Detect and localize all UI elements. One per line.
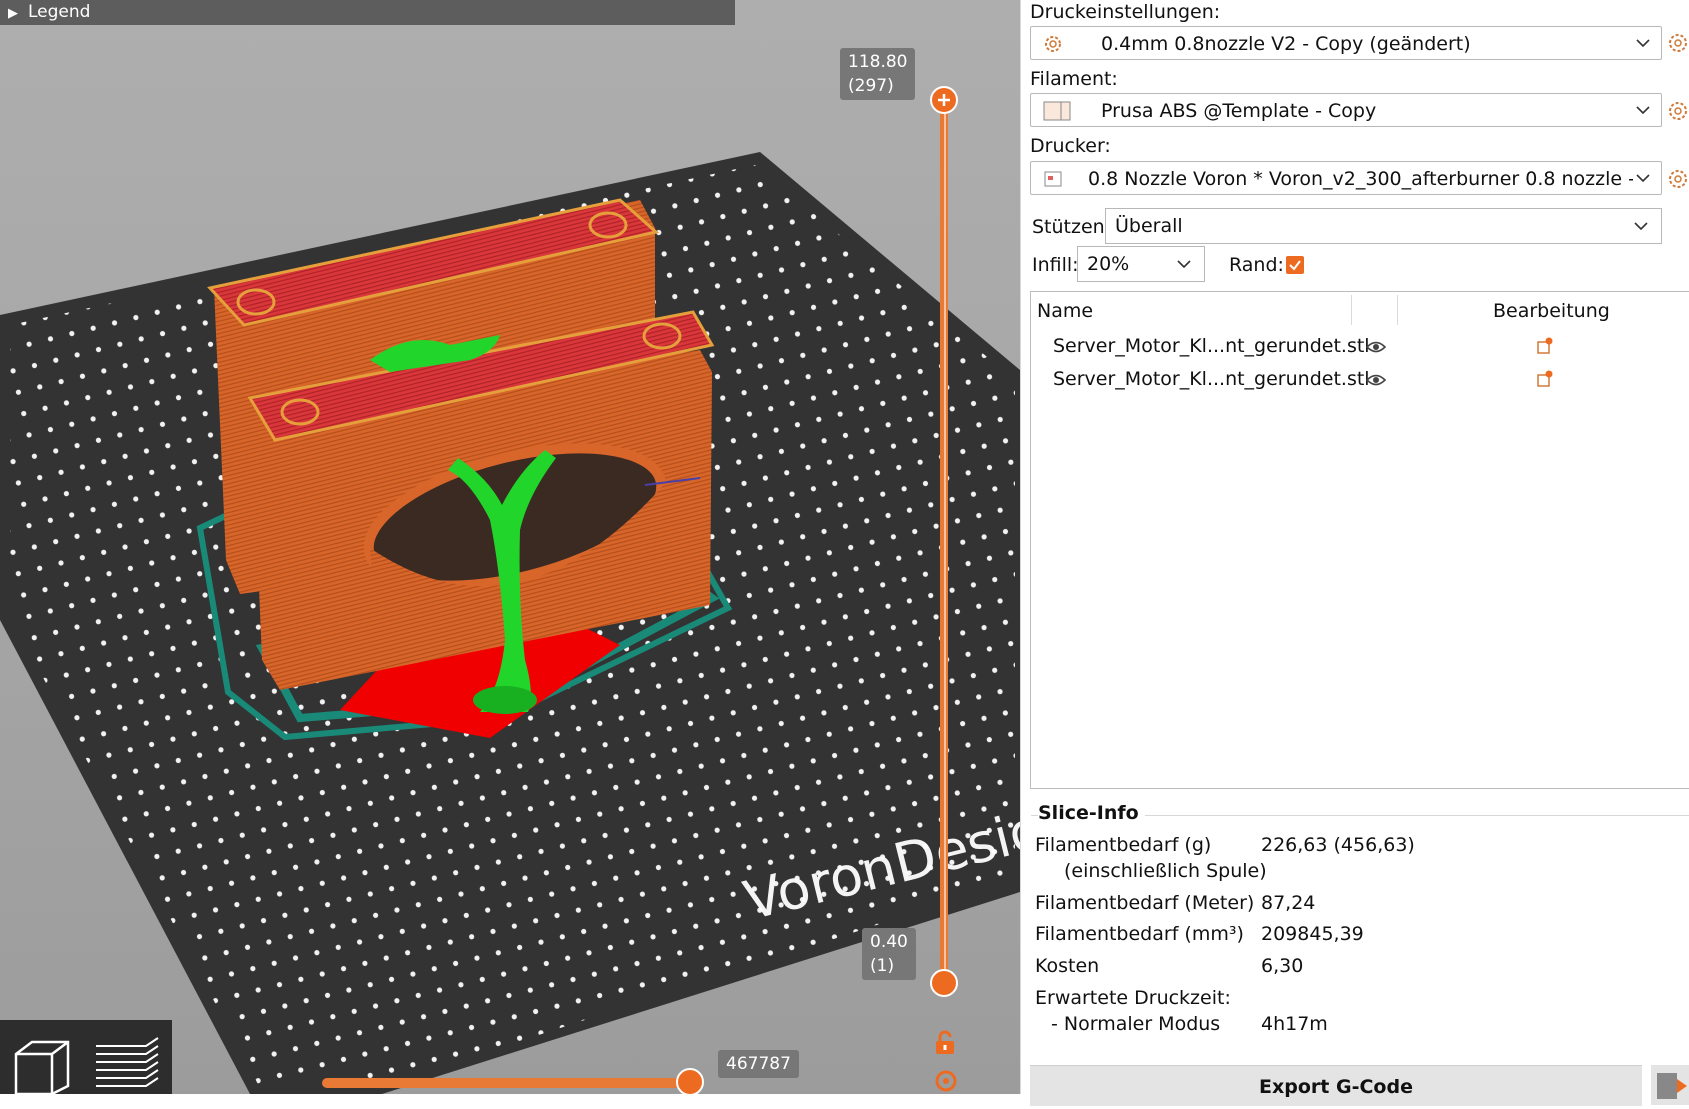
column-divider bbox=[1397, 295, 1398, 325]
edit-settings-icon[interactable] bbox=[1536, 337, 1554, 355]
supports-combo[interactable]: Überall bbox=[1105, 208, 1662, 244]
move-slider-track[interactable] bbox=[322, 1078, 692, 1088]
slice-info-label: (einschließlich Spule) bbox=[1064, 860, 1267, 882]
export-gcode-button[interactable]: Export G-Code bbox=[1030, 1065, 1642, 1106]
cog-icon bbox=[1045, 36, 1061, 52]
slice-info-panel: Slice-Info Filamentbedarf (g) 226,63 (45… bbox=[1021, 795, 1689, 1063]
legend-label: Legend bbox=[28, 2, 91, 22]
move-count-tooltip: 467787 bbox=[718, 1050, 799, 1078]
slice-info-value: 87,24 bbox=[1261, 892, 1316, 914]
checkmark-icon bbox=[1289, 260, 1301, 271]
object-name: Server_Motor_Kl...nt_gerundet.stl bbox=[1053, 335, 1370, 357]
list-item[interactable]: Server_Motor_Kl...nt_gerundet.stl bbox=[1031, 364, 1689, 398]
slice-info-label: - Normaler Modus bbox=[1051, 1013, 1221, 1035]
slice-info-label: Filamentbedarf (Meter) bbox=[1035, 892, 1255, 914]
eye-icon[interactable] bbox=[1366, 340, 1386, 354]
slice-info-label: Kosten bbox=[1035, 955, 1100, 977]
infill-combo[interactable]: 20% bbox=[1077, 246, 1205, 282]
brim-label: Rand: bbox=[1229, 254, 1284, 276]
slice-info-label: Filamentbedarf (g) bbox=[1035, 834, 1212, 856]
object-list[interactable]: Name Bearbeitung Server_Motor_Kl...nt_ge… bbox=[1030, 291, 1689, 789]
legend-bar[interactable]: ▶ Legend bbox=[0, 0, 735, 25]
move-slider-thumb[interactable] bbox=[676, 1068, 704, 1094]
column-divider bbox=[1351, 295, 1352, 325]
gear-icon[interactable] bbox=[933, 1068, 959, 1094]
infill-label: Infill: bbox=[1032, 254, 1079, 276]
chevron-down-icon bbox=[1636, 106, 1650, 115]
slice-info-label: Erwartete Druckzeit: bbox=[1035, 987, 1231, 1009]
column-header-name[interactable]: Name bbox=[1037, 292, 1093, 328]
chevron-down-icon bbox=[1177, 260, 1191, 269]
bottom-layer-index: (1) bbox=[870, 956, 895, 976]
eye-icon[interactable] bbox=[1366, 373, 1386, 387]
filament-value: Prusa ABS @Template - Copy bbox=[1101, 100, 1377, 122]
play-icon: ▶ bbox=[8, 6, 18, 21]
layer-slider-bottom-thumb[interactable] bbox=[930, 969, 958, 997]
gcode-icon bbox=[1657, 1073, 1687, 1099]
slice-info-title: Slice-Info bbox=[1038, 802, 1145, 824]
3d-preview-viewport[interactable]: VoronDesig ▶ Legend 118.80 (297) 0.40 (1… bbox=[0, 0, 1020, 1094]
printer-icon bbox=[1044, 171, 1062, 187]
printer-label: Drucker: bbox=[1030, 135, 1111, 157]
slice-info-value: 209845,39 bbox=[1261, 923, 1364, 945]
edit-print-settings-icon[interactable] bbox=[1667, 32, 1689, 54]
move-count: 467787 bbox=[726, 1054, 791, 1074]
print-settings-value: 0.4mm 0.8nozzle V2 - Copy (geändert) bbox=[1101, 33, 1471, 55]
layer-slider-fill bbox=[944, 110, 946, 970]
settings-panel: Druckeinstellungen: 0.4mm 0.8nozzle V2 -… bbox=[1020, 0, 1689, 1106]
edit-printer-icon[interactable] bbox=[1667, 168, 1689, 190]
lock-icon[interactable] bbox=[932, 1030, 958, 1056]
print-settings-combo[interactable]: 0.4mm 0.8nozzle V2 - Copy (geändert) bbox=[1030, 26, 1662, 60]
send-gcode-icon[interactable] bbox=[1651, 1065, 1689, 1105]
3d-view-icon[interactable] bbox=[8, 1024, 86, 1094]
plus-icon bbox=[938, 94, 950, 106]
layers-view-icon[interactable] bbox=[88, 1024, 166, 1094]
list-item[interactable]: Server_Motor_Kl...nt_gerundet.stl bbox=[1031, 330, 1689, 364]
supports-label: Stützen: bbox=[1032, 216, 1112, 238]
top-layer-index: (297) bbox=[848, 76, 894, 96]
slice-info-value: 4h17m bbox=[1261, 1013, 1328, 1035]
top-layer-tooltip: 118.80 (297) bbox=[840, 48, 916, 100]
filament-swatch-icon bbox=[1043, 101, 1071, 121]
slice-info-value: 6,30 bbox=[1261, 955, 1304, 977]
filament-label: Filament: bbox=[1030, 68, 1118, 90]
chevron-down-icon bbox=[1634, 222, 1648, 231]
printer-value: 0.8 Nozzle Voron * Voron_v2_300_afterbur… bbox=[1088, 168, 1633, 190]
object-name: Server_Motor_Kl...nt_gerundet.stl bbox=[1053, 368, 1370, 390]
slice-info-value: 226,63 (456,63) bbox=[1261, 834, 1415, 856]
top-layer-height: 118.80 bbox=[848, 52, 908, 72]
infill-value: 20% bbox=[1087, 253, 1130, 275]
filament-combo[interactable]: Prusa ABS @Template - Copy bbox=[1030, 93, 1662, 127]
slice-info-label: Filamentbedarf (mm³) bbox=[1035, 923, 1244, 945]
layer-slider-top-thumb[interactable] bbox=[930, 86, 958, 114]
column-header-edit[interactable]: Bearbeitung bbox=[1493, 292, 1610, 328]
bottom-layer-tooltip: 0.40 (1) bbox=[862, 928, 916, 980]
printer-combo[interactable]: 0.8 Nozzle Voron * Voron_v2_300_afterbur… bbox=[1030, 161, 1662, 195]
edit-filament-icon[interactable] bbox=[1667, 100, 1689, 122]
print-settings-label: Druckeinstellungen: bbox=[1030, 1, 1221, 23]
chevron-down-icon bbox=[1636, 39, 1650, 48]
chevron-down-icon bbox=[1636, 174, 1650, 183]
edit-settings-icon[interactable] bbox=[1536, 370, 1554, 388]
supports-value: Überall bbox=[1115, 215, 1183, 237]
bottom-layer-height: 0.40 bbox=[870, 932, 908, 952]
brim-checkbox[interactable] bbox=[1286, 256, 1304, 274]
